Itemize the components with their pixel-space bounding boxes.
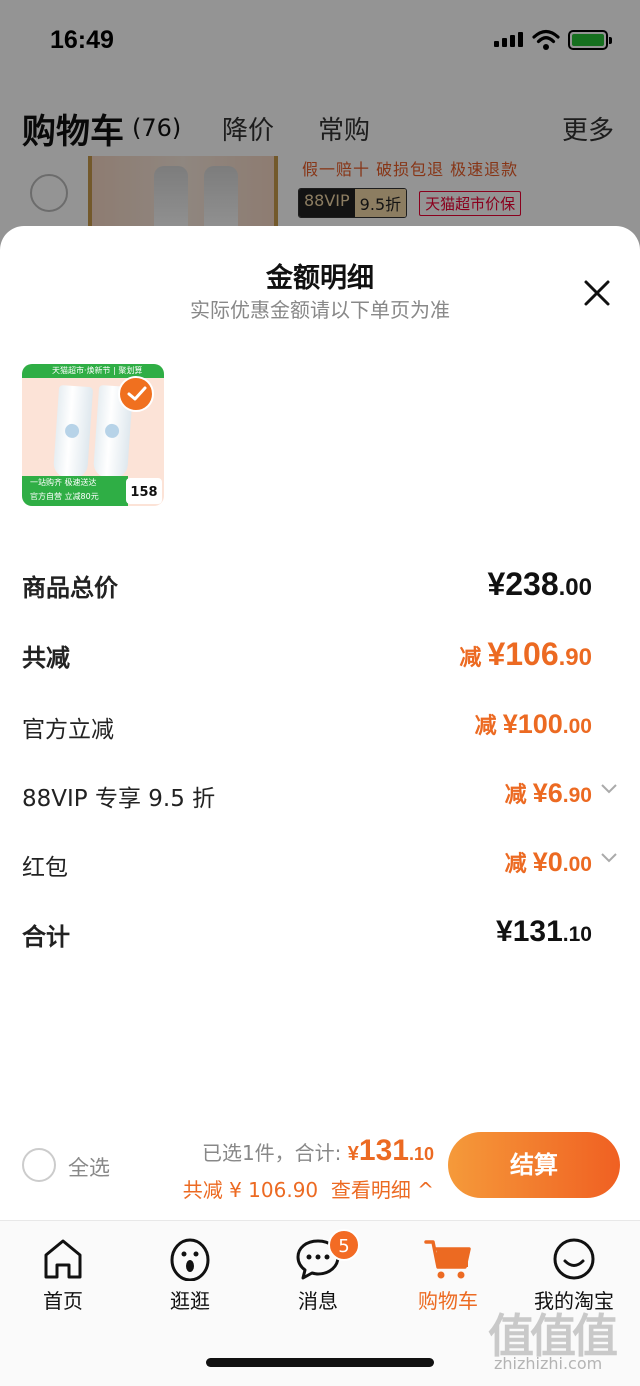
selected-count-text: 已选1件，合计: (201, 1141, 348, 1165)
row-value: 减 ¥100.00 (474, 709, 592, 739)
amount-detail-sheet: 金额明细 实际优惠金额请以下单页为准 天猫超市·焕新节 | 聚划算 一站购齐 极… (0, 226, 640, 1226)
product-price-tag: 158 (126, 478, 162, 504)
cart-icon (424, 1240, 471, 1279)
home-icon (44, 1239, 82, 1279)
select-all-label[interactable]: 全选 (68, 1152, 110, 1182)
tab-cart[interactable]: 购物车 (398, 1237, 498, 1314)
row-label: 官方立减 (22, 717, 114, 743)
row-total-reduction: 共减 减 ¥106.90 (22, 636, 618, 688)
row-value: 减 ¥106.90 (459, 636, 592, 672)
row-value: ¥131.10 (496, 915, 592, 948)
row-label: 红包 (22, 855, 68, 881)
row-label: 共减 (22, 644, 70, 672)
home-indicator[interactable] (206, 1358, 434, 1367)
row-vip-discount[interactable]: 88VIP 专享 9.5 折 减 ¥6.90 (22, 778, 618, 829)
product-promo-bar: 一站购齐 极速送达 官方自营 立减80元 (22, 476, 128, 506)
checkout-button[interactable]: 结算 (448, 1132, 620, 1198)
total-amount: ¥131.10 (347, 1134, 434, 1167)
checkout-bar: 全选 已选1件，合计: ¥131.10 共减 ¥ 106.90 查看明细 ^ 结… (0, 1120, 640, 1220)
reduction-text: 共减 ¥ 106.90 (182, 1178, 319, 1202)
row-subtotal: 商品总价 ¥238.00 (22, 566, 618, 618)
row-grand-total: 合计 ¥131.10 (22, 915, 618, 967)
tab-messages[interactable]: 5 消息 (268, 1229, 368, 1314)
tab-label: 首页 (43, 1289, 83, 1313)
selected-summary: 已选1件，合计: ¥131.10 (202, 1134, 434, 1168)
row-label: 合计 (22, 923, 70, 951)
tab-home[interactable]: 首页 (13, 1237, 113, 1314)
row-value: ¥238.00 (487, 566, 592, 602)
modal-overlay[interactable] (0, 0, 640, 260)
smiley-face-icon (553, 1238, 595, 1280)
chevron-down-icon[interactable] (600, 852, 618, 864)
row-red-packet[interactable]: 红包 减 ¥0.00 (22, 847, 618, 898)
watermark-domain: zhizhizhi.com (494, 1354, 603, 1373)
row-official-discount: 官方立减 减 ¥100.00 (22, 709, 618, 760)
chevron-down-icon[interactable] (600, 783, 618, 795)
row-value: 减 ¥6.90 (504, 778, 592, 808)
reduction-summary: 共减 ¥ 106.90 查看明细 ^ (183, 1174, 434, 1203)
row-label: 商品总价 (22, 574, 118, 602)
sheet-subtitle: 实际优惠金额请以下单页为准 (190, 298, 450, 322)
tab-browse[interactable]: 逛逛 (140, 1237, 240, 1314)
close-icon[interactable] (580, 276, 614, 310)
selected-check-icon[interactable] (118, 376, 154, 412)
view-detail-link[interactable]: 查看明细 ^ (331, 1178, 434, 1202)
select-all-radio[interactable] (22, 1148, 56, 1182)
row-value: 减 ¥0.00 (504, 847, 592, 877)
product-promo-strip: 天猫超市·焕新节 | 聚划算 (22, 364, 164, 378)
browse-face-icon (170, 1238, 210, 1281)
tab-label: 购物车 (418, 1289, 478, 1313)
tab-label: 逛逛 (170, 1289, 210, 1313)
row-label: 88VIP 专享 9.5 折 (22, 786, 216, 812)
sheet-title: 金额明细 (266, 263, 374, 294)
tab-label: 消息 (298, 1289, 338, 1313)
message-count-badge: 5 (328, 1229, 360, 1261)
